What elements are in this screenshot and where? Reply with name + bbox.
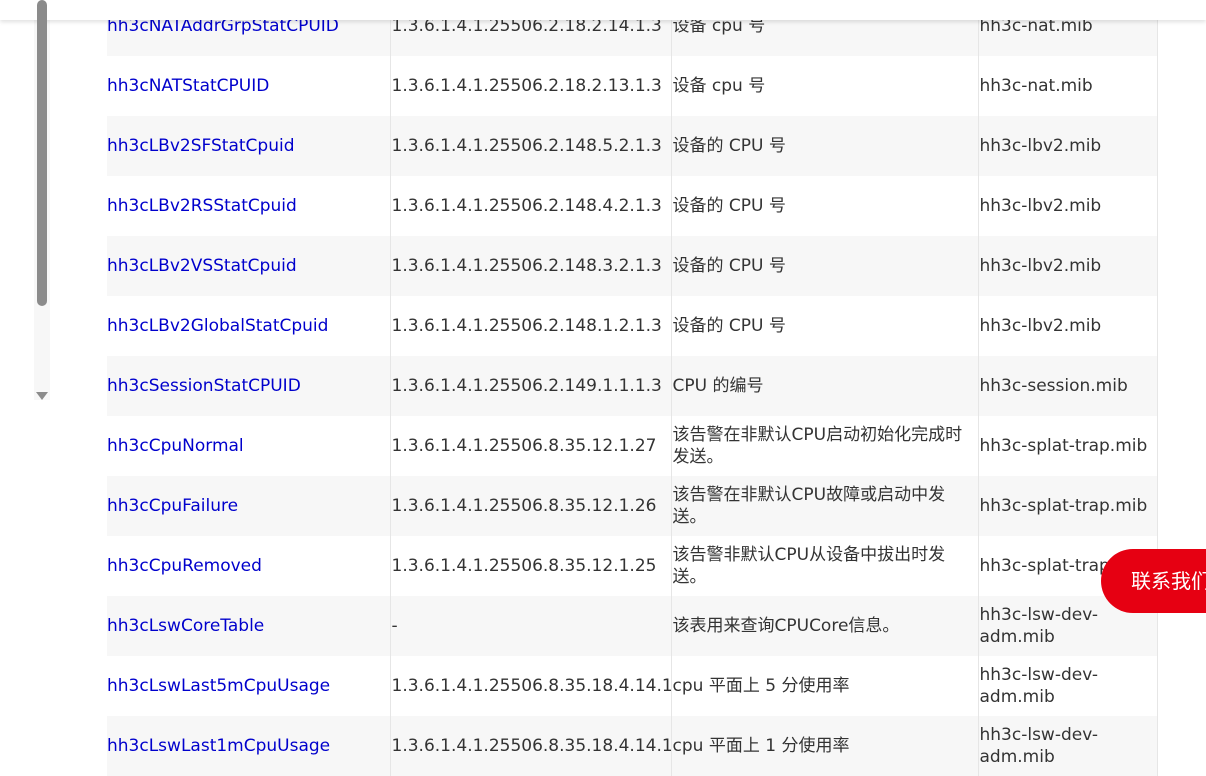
mib-node-table: hh3cNATAddrGrpStatCPUID 1.3.6.1.4.1.25506… — [107, 0, 1158, 776]
mib-file-cell: hh3c-nat.mib — [978, 56, 1158, 116]
description-cell: cpu 平面上 5 分使用率 — [671, 656, 979, 716]
oid-cell: 1.3.6.1.4.1.25506.8.35.12.1.25 — [390, 536, 672, 596]
table-row: hh3cCpuRemoved 1.3.6.1.4.1.25506.8.35.12.… — [107, 536, 1158, 596]
node-name-link[interactable]: hh3cSessionStatCPUID — [107, 356, 391, 416]
node-name-link[interactable]: hh3cLBv2SFStatCpuid — [107, 116, 391, 176]
description-cell: 设备的 CPU 号 — [671, 176, 979, 236]
node-name-link[interactable]: hh3cNATStatCPUID — [107, 56, 391, 116]
mib-file-cell: hh3c-lbv2.mib — [978, 116, 1158, 176]
mib-file-cell: hh3c-lbv2.mib — [978, 176, 1158, 236]
table-row: hh3cNATStatCPUID 1.3.6.1.4.1.25506.2.18.2… — [107, 56, 1158, 116]
table-row: hh3cLswLast5mCpuUsage 1.3.6.1.4.1.25506.8… — [107, 656, 1158, 716]
oid-cell: 1.3.6.1.4.1.25506.2.18.2.13.1.3 — [390, 56, 672, 116]
oid-cell: 1.3.6.1.4.1.25506.2.148.4.2.1.3 — [390, 176, 672, 236]
description-cell: 设备的 CPU 号 — [671, 236, 979, 296]
node-name-link[interactable]: hh3cLBv2GlobalStatCpuid — [107, 296, 391, 356]
mib-file-cell: hh3c-splat-trap.mib — [978, 416, 1158, 476]
description-cell: 设备的 CPU 号 — [671, 296, 979, 356]
table-row: hh3cLBv2GlobalStatCpuid 1.3.6.1.4.1.25506… — [107, 296, 1158, 356]
mib-file-cell: hh3c-lbv2.mib — [978, 296, 1158, 356]
mib-file-cell: hh3c-lbv2.mib — [978, 236, 1158, 296]
description-cell: CPU 的编号 — [671, 356, 979, 416]
contact-us-button[interactable]: 联系我们 — [1101, 549, 1206, 613]
oid-cell: 1.3.6.1.4.1.25506.8.35.12.1.27 — [390, 416, 672, 476]
description-cell: 该告警在非默认CPU故障或启动中发送。 — [671, 476, 979, 536]
node-name-link[interactable]: hh3cLBv2RSStatCpuid — [107, 176, 391, 236]
mib-file-cell: hh3c-session.mib — [978, 356, 1158, 416]
node-name-link[interactable]: hh3cLBv2VSStatCpuid — [107, 236, 391, 296]
description-cell: 设备 cpu 号 — [671, 56, 979, 116]
table-row: hh3cLBv2SFStatCpuid 1.3.6.1.4.1.25506.2.1… — [107, 116, 1158, 176]
description-cell: 该告警非默认CPU从设备中拔出时发送。 — [671, 536, 979, 596]
oid-cell: 1.3.6.1.4.1.25506.8.35.18.4.14.1.5 — [390, 656, 672, 716]
node-name-link[interactable]: hh3cLswLast5mCpuUsage — [107, 656, 391, 716]
sidebar-scrollbar-thumb[interactable] — [37, 0, 47, 306]
oid-cell: 1.3.6.1.4.1.25506.2.148.1.2.1.3 — [390, 296, 672, 356]
table-row: hh3cCpuFailure 1.3.6.1.4.1.25506.8.35.12.… — [107, 476, 1158, 536]
description-cell: 该告警在非默认CPU启动初始化完成时发送。 — [671, 416, 979, 476]
description-cell: cpu 平面上 1 分使用率 — [671, 716, 979, 776]
oid-cell: - — [390, 596, 672, 656]
mib-file-cell: hh3c-splat-trap.mib — [978, 476, 1158, 536]
node-name-link[interactable]: hh3cLswLast1mCpuUsage — [107, 716, 391, 776]
table-row: hh3cSessionStatCPUID 1.3.6.1.4.1.25506.2.… — [107, 356, 1158, 416]
oid-cell: 1.3.6.1.4.1.25506.8.35.12.1.26 — [390, 476, 672, 536]
node-name-link[interactable]: hh3cCpuRemoved — [107, 536, 391, 596]
table-row: hh3cCpuNormal 1.3.6.1.4.1.25506.8.35.12.1… — [107, 416, 1158, 476]
oid-cell: 1.3.6.1.4.1.25506.8.35.18.4.14.1.4 — [390, 716, 672, 776]
table-row: hh3cLswCoreTable - 该表用来查询CPUCore信息。 hh3c-ls… — [107, 596, 1158, 656]
node-name-link[interactable]: hh3cCpuNormal — [107, 416, 391, 476]
description-cell: 设备的 CPU 号 — [671, 116, 979, 176]
oid-cell: 1.3.6.1.4.1.25506.2.149.1.1.1.3 — [390, 356, 672, 416]
oid-cell: 1.3.6.1.4.1.25506.2.148.3.2.1.3 — [390, 236, 672, 296]
table-row: hh3cLBv2RSStatCpuid 1.3.6.1.4.1.25506.2.1… — [107, 176, 1158, 236]
node-name-link[interactable]: hh3cCpuFailure — [107, 476, 391, 536]
description-cell: 该表用来查询CPUCore信息。 — [671, 596, 979, 656]
table-row: hh3cLswLast1mCpuUsage 1.3.6.1.4.1.25506.8… — [107, 716, 1158, 776]
scroll-down-arrow-icon[interactable] — [36, 392, 48, 400]
oid-cell: 1.3.6.1.4.1.25506.2.148.5.2.1.3 — [390, 116, 672, 176]
mib-file-cell: hh3c-lsw-dev-adm.mib — [978, 656, 1158, 716]
table-row: hh3cLBv2VSStatCpuid 1.3.6.1.4.1.25506.2.1… — [107, 236, 1158, 296]
top-header-strip — [0, 0, 1206, 20]
mib-file-cell: hh3c-lsw-dev-adm.mib — [978, 716, 1158, 776]
node-name-link[interactable]: hh3cLswCoreTable — [107, 596, 391, 656]
